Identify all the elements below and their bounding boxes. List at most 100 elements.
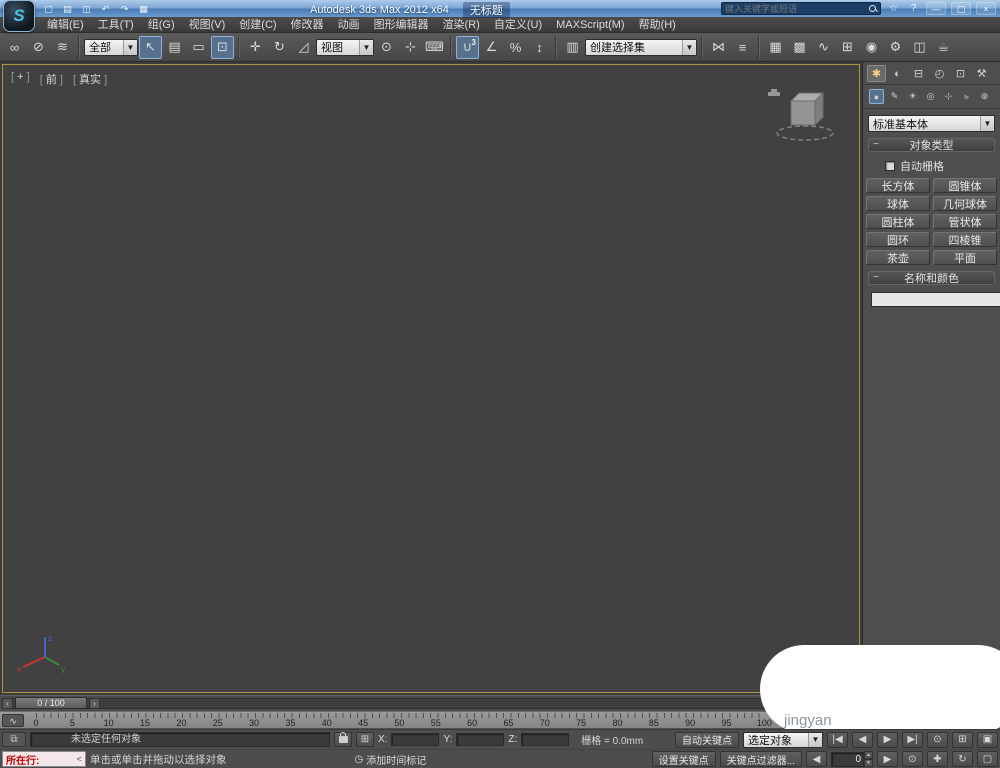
- mini-curve-editor-button[interactable]: ∿: [2, 714, 24, 727]
- save-file-icon[interactable]: ◫: [78, 2, 95, 16]
- absolute-offset-toggle-icon[interactable]: ⊞: [356, 732, 374, 747]
- select-and-manipulate-icon[interactable]: ⊹: [399, 36, 422, 59]
- time-tag[interactable]: ◷ 添加时间标记: [355, 752, 427, 767]
- primitive-button[interactable]: 圆环: [866, 232, 930, 247]
- chevron-down-icon[interactable]: ▼: [980, 116, 994, 131]
- category-helpers-icon[interactable]: ⊹: [941, 89, 956, 104]
- tab-hierarchy-icon[interactable]: ⊟: [909, 65, 928, 82]
- percent-snap-icon[interactable]: %: [504, 36, 527, 59]
- select-and-link-icon[interactable]: ∞: [3, 36, 26, 59]
- chevron-down-icon[interactable]: ▼: [808, 732, 822, 747]
- redo-icon[interactable]: ↷: [116, 2, 133, 16]
- mini-listener-icon[interactable]: ⧉: [2, 732, 26, 747]
- current-frame-spinner[interactable]: 0 ▲ ▼: [831, 751, 873, 767]
- angle-snap-icon[interactable]: ∠: [480, 36, 503, 59]
- go-to-end-icon[interactable]: ▶|: [902, 731, 923, 748]
- go-to-start-icon[interactable]: |◀: [827, 731, 848, 748]
- rollout-name-color[interactable]: − 名称和颜色: [868, 271, 995, 285]
- named-selection-sets-dropdown[interactable]: 创建选择集 ▼: [585, 38, 697, 56]
- zoom-extents-icon[interactable]: ▣: [977, 731, 998, 748]
- primitive-button[interactable]: 平面: [933, 250, 997, 265]
- search-icon[interactable]: [869, 4, 877, 13]
- selection-filter-dropdown[interactable]: 全部 ▼: [84, 38, 138, 56]
- close-button[interactable]: ×: [976, 2, 996, 15]
- category-shapes-icon[interactable]: ✎: [887, 89, 902, 104]
- frame-forward-arrow[interactable]: ›: [89, 698, 100, 709]
- snap-toggle-icon[interactable]: ∪ 3: [456, 35, 479, 59]
- previous-frame-icon[interactable]: ◀: [852, 731, 873, 748]
- curve-editor-icon[interactable]: ∿: [812, 36, 835, 59]
- graphite-modeling-icon[interactable]: ▩: [788, 36, 811, 59]
- pan-icon[interactable]: ✚: [927, 751, 948, 767]
- viewport-general-menu[interactable]: +: [11, 71, 30, 87]
- z-coordinate-field[interactable]: [521, 733, 570, 746]
- unlink-selection-icon[interactable]: ⊘: [27, 36, 50, 59]
- fov-icon[interactable]: ⊙: [902, 751, 923, 767]
- chevron-down-icon[interactable]: ▼: [359, 39, 373, 55]
- render-production-icon[interactable]: ☕: [932, 36, 955, 59]
- menu-item[interactable]: 渲染(R): [436, 17, 487, 33]
- x-coordinate-field[interactable]: [391, 733, 440, 746]
- primitive-button[interactable]: 管状体: [933, 214, 997, 229]
- tab-display-icon[interactable]: ⊡: [951, 65, 970, 82]
- menu-item[interactable]: MAXScript(M): [549, 17, 631, 33]
- primitive-button[interactable]: 圆锥体: [933, 178, 997, 193]
- category-lights-icon[interactable]: ☀: [905, 89, 920, 104]
- zoom-all-icon[interactable]: ⊞: [952, 731, 973, 748]
- viewport-shading-menu[interactable]: 真实: [73, 71, 107, 87]
- select-and-rotate-icon[interactable]: ↻: [268, 36, 291, 59]
- next-key-icon[interactable]: ▶: [877, 751, 898, 767]
- play-animation-icon[interactable]: ▶: [877, 731, 898, 748]
- tab-create-icon[interactable]: ✱: [867, 65, 886, 82]
- primitive-button[interactable]: 圆柱体: [866, 214, 930, 229]
- use-pivot-point-center-icon[interactable]: ⊙: [375, 36, 398, 59]
- render-setup-icon[interactable]: ⚙: [884, 36, 907, 59]
- undo-icon[interactable]: ↶: [97, 2, 114, 16]
- menu-item[interactable]: 帮助(H): [632, 17, 683, 33]
- primitive-button[interactable]: 球体: [866, 196, 930, 211]
- primitive-button[interactable]: 茶壶: [866, 250, 930, 265]
- autogrid-checkbox[interactable]: [885, 161, 895, 171]
- menu-item[interactable]: 动画: [331, 17, 367, 33]
- collapse-icon[interactable]: −: [873, 273, 879, 283]
- select-object-icon[interactable]: ↖: [139, 35, 162, 59]
- menu-item[interactable]: 自定义(U): [487, 17, 549, 33]
- select-and-move-icon[interactable]: ✛: [244, 36, 267, 59]
- menu-item[interactable]: 编辑(E): [40, 17, 91, 33]
- help-icon[interactable]: ?: [906, 3, 921, 14]
- menu-item[interactable]: 修改器: [284, 17, 331, 33]
- menu-item[interactable]: 工具(T): [91, 17, 141, 33]
- minimize-button[interactable]: —: [926, 2, 946, 15]
- chevron-down-icon[interactable]: ▼: [123, 39, 137, 55]
- rollout-object-type[interactable]: − 对象类型: [868, 138, 995, 152]
- menu-item[interactable]: 创建(C): [232, 17, 283, 33]
- restore-button[interactable]: ▢: [951, 2, 971, 15]
- project-folder-icon[interactable]: ▦: [135, 2, 152, 16]
- menu-item[interactable]: 视图(V): [182, 17, 233, 33]
- reference-coordinate-system-dropdown[interactable]: 视图 ▼: [316, 38, 374, 56]
- primitive-button[interactable]: 长方体: [866, 178, 930, 193]
- select-by-name-icon[interactable]: ▤: [163, 36, 186, 59]
- rectangular-selection-region-icon[interactable]: ▭: [187, 36, 210, 59]
- primitive-button[interactable]: 四棱锥: [933, 232, 997, 247]
- menu-item[interactable]: 图形编辑器: [367, 17, 436, 33]
- set-key-button[interactable]: 设置关键点: [651, 751, 716, 767]
- category-systems-icon[interactable]: ⊛: [977, 89, 992, 104]
- schematic-view-icon[interactable]: ⊞: [836, 36, 859, 59]
- frame-back-arrow[interactable]: ‹: [2, 698, 13, 709]
- align-icon[interactable]: ≡: [731, 36, 754, 59]
- frame-value[interactable]: 0: [831, 751, 864, 767]
- spinner-up-icon[interactable]: ▲: [864, 751, 873, 759]
- zoom-icon[interactable]: ⊙: [927, 731, 948, 748]
- category-geometry-icon[interactable]: ●: [869, 89, 884, 104]
- category-cameras-icon[interactable]: ◎: [923, 89, 938, 104]
- maxscript-mini-listener[interactable]: 所在行: <: [2, 751, 86, 767]
- collapse-icon[interactable]: −: [873, 140, 879, 150]
- category-spacewarps-icon[interactable]: ≈: [959, 89, 974, 104]
- previous-key-icon[interactable]: ◀: [806, 751, 827, 767]
- viewport-front[interactable]: + 前 真实 x y z: [2, 64, 860, 693]
- y-coordinate-field[interactable]: [456, 733, 505, 746]
- rendered-frame-window-icon[interactable]: ◫: [908, 36, 931, 59]
- object-name-field[interactable]: [871, 292, 1000, 307]
- maximize-viewport-icon[interactable]: ▢: [977, 751, 998, 767]
